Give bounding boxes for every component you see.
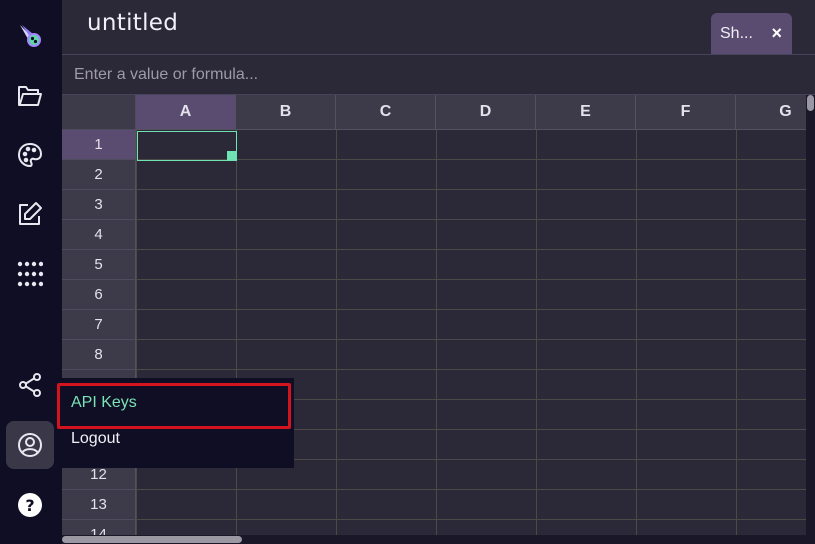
menu-item-logout[interactable]: Logout (57, 422, 294, 456)
vertical-scroll-thumb[interactable] (807, 95, 814, 111)
row-header[interactable]: 5 (62, 250, 136, 280)
apps-button[interactable] (6, 250, 54, 298)
row-header[interactable]: 3 (62, 190, 136, 220)
share-button[interactable] (6, 361, 54, 409)
account-icon (17, 432, 43, 458)
theme-button[interactable] (6, 131, 54, 179)
horizontal-scroll-thumb[interactable] (62, 536, 242, 543)
row-header[interactable]: 7 (62, 310, 136, 340)
row-header[interactable]: 4 (62, 220, 136, 250)
edit-button[interactable] (6, 190, 54, 238)
share-tab[interactable]: Sh... × (711, 13, 792, 54)
column-header[interactable]: C (336, 95, 436, 130)
vertical-scrollbar[interactable] (806, 95, 815, 535)
row-header[interactable]: 8 (62, 340, 136, 370)
column-header[interactable]: F (636, 95, 736, 130)
spreadsheet-grid[interactable]: ABCDEFG 1234567891011121314 (62, 95, 806, 535)
share-icon (18, 373, 42, 397)
account-button[interactable] (6, 421, 54, 469)
row-header[interactable]: 13 (62, 490, 136, 520)
column-header[interactable]: G (736, 95, 806, 130)
row-header[interactable]: 1 (62, 130, 136, 160)
horizontal-scrollbar[interactable] (62, 535, 815, 544)
row-header[interactable]: 6 (62, 280, 136, 310)
help-icon: ? (17, 492, 43, 518)
column-header[interactable]: D (436, 95, 536, 130)
cell-area[interactable] (136, 130, 806, 535)
document-title[interactable]: untitled (87, 10, 178, 36)
row-header[interactable]: 2 (62, 160, 136, 190)
account-menu: API Keys Logout (57, 378, 294, 468)
folder-icon (17, 83, 43, 109)
formula-bar (62, 55, 815, 95)
files-button[interactable] (6, 72, 54, 120)
app-logo[interactable] (6, 12, 54, 60)
help-button[interactable]: ? (6, 481, 54, 529)
column-header[interactable]: E (536, 95, 636, 130)
column-header[interactable]: A (136, 95, 236, 130)
edit-icon (17, 201, 43, 227)
nav-rail: ? (0, 0, 62, 544)
palette-icon (17, 142, 43, 168)
active-cell[interactable] (137, 131, 237, 161)
close-icon[interactable]: × (771, 23, 782, 44)
grid-corner[interactable] (62, 95, 136, 130)
fill-handle[interactable] (227, 151, 237, 161)
logo-icon (17, 23, 43, 49)
apps-grid-icon (17, 261, 43, 287)
formula-input[interactable] (62, 55, 815, 94)
column-header[interactable]: B (236, 95, 336, 130)
svg-text:?: ? (25, 496, 34, 515)
menu-item-api-keys[interactable]: API Keys (57, 386, 294, 420)
share-tab-label: Sh... (720, 24, 753, 42)
row-header[interactable]: 14 (62, 520, 136, 535)
title-bar: untitled Sh... × (62, 0, 815, 55)
